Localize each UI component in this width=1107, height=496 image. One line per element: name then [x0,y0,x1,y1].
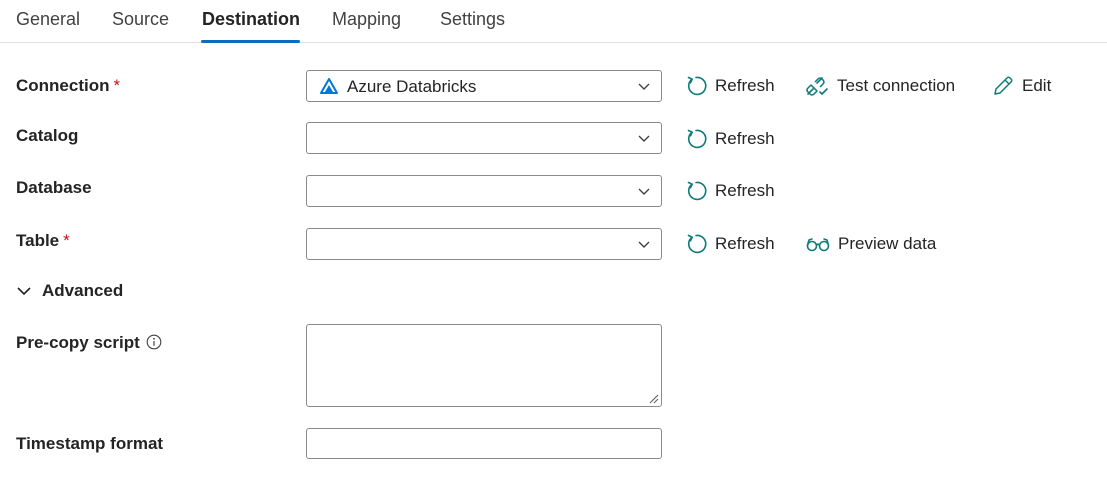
connection-label-text: Connection [16,76,110,95]
database-select[interactable] [306,175,662,207]
test-connection-label: Test connection [837,76,956,95]
refresh-icon [687,129,707,149]
pre-copy-script-input[interactable] [306,324,662,407]
timestamp-format-input[interactable] [306,428,662,459]
required-marker: * [63,231,70,250]
active-tab-indicator [201,40,300,43]
edit-button[interactable]: Edit [992,75,1051,97]
table-label-text: Table [16,231,60,250]
tab-mapping[interactable]: Mapping [332,9,401,30]
database-label: Database [16,178,92,197]
connection-value: Azure Databricks [347,77,477,96]
pre-copy-script-label-text: Pre-copy script [16,333,140,352]
pre-copy-script-label: Pre-copy script [16,333,162,353]
test-connection-button[interactable]: Test connection [805,75,955,97]
resize-grip-icon[interactable] [647,392,659,404]
glasses-icon [806,238,830,252]
info-icon[interactable] [146,334,162,350]
catalog-label: Catalog [16,126,79,145]
refresh-label: Refresh [715,181,775,200]
preview-data-button[interactable]: Preview data [806,233,936,255]
chevron-down-icon [638,241,650,248]
connection-refresh-button[interactable]: Refresh [685,75,775,97]
connection-select[interactable]: Azure Databricks [306,70,662,102]
tab-bar: General Source Destination Mapping Setti… [0,0,1107,43]
refresh-icon [687,234,707,254]
advanced-toggle[interactable]: Advanced [16,281,123,301]
preview-data-label: Preview data [838,234,937,253]
connection-label: Connection * [16,76,120,96]
refresh-label: Refresh [715,76,775,95]
catalog-select[interactable] [306,122,662,154]
required-marker: * [113,76,121,95]
catalog-refresh-button[interactable]: Refresh [685,128,775,150]
chevron-down-icon [638,83,650,90]
chevron-down-icon [638,188,650,195]
edit-label: Edit [1022,76,1052,95]
database-refresh-button[interactable]: Refresh [685,180,775,202]
advanced-label: Advanced [42,281,124,300]
test-connection-icon [806,77,828,96]
tab-destination[interactable]: Destination [202,9,300,30]
refresh-icon [687,76,707,96]
tab-source[interactable]: Source [112,9,169,30]
refresh-icon [687,181,707,201]
table-select[interactable] [306,228,662,260]
tab-general[interactable]: General [16,9,80,30]
edit-pencil-icon [994,76,1013,95]
azure-databricks-icon [320,78,338,94]
timestamp-format-label: Timestamp format [16,434,164,453]
table-label: Table * [16,231,70,251]
chevron-down-icon [638,135,650,142]
tab-settings[interactable]: Settings [440,9,505,30]
refresh-label: Refresh [715,129,775,148]
chevron-down-icon [17,287,31,296]
refresh-label: Refresh [715,234,775,253]
table-refresh-button[interactable]: Refresh [685,233,775,255]
